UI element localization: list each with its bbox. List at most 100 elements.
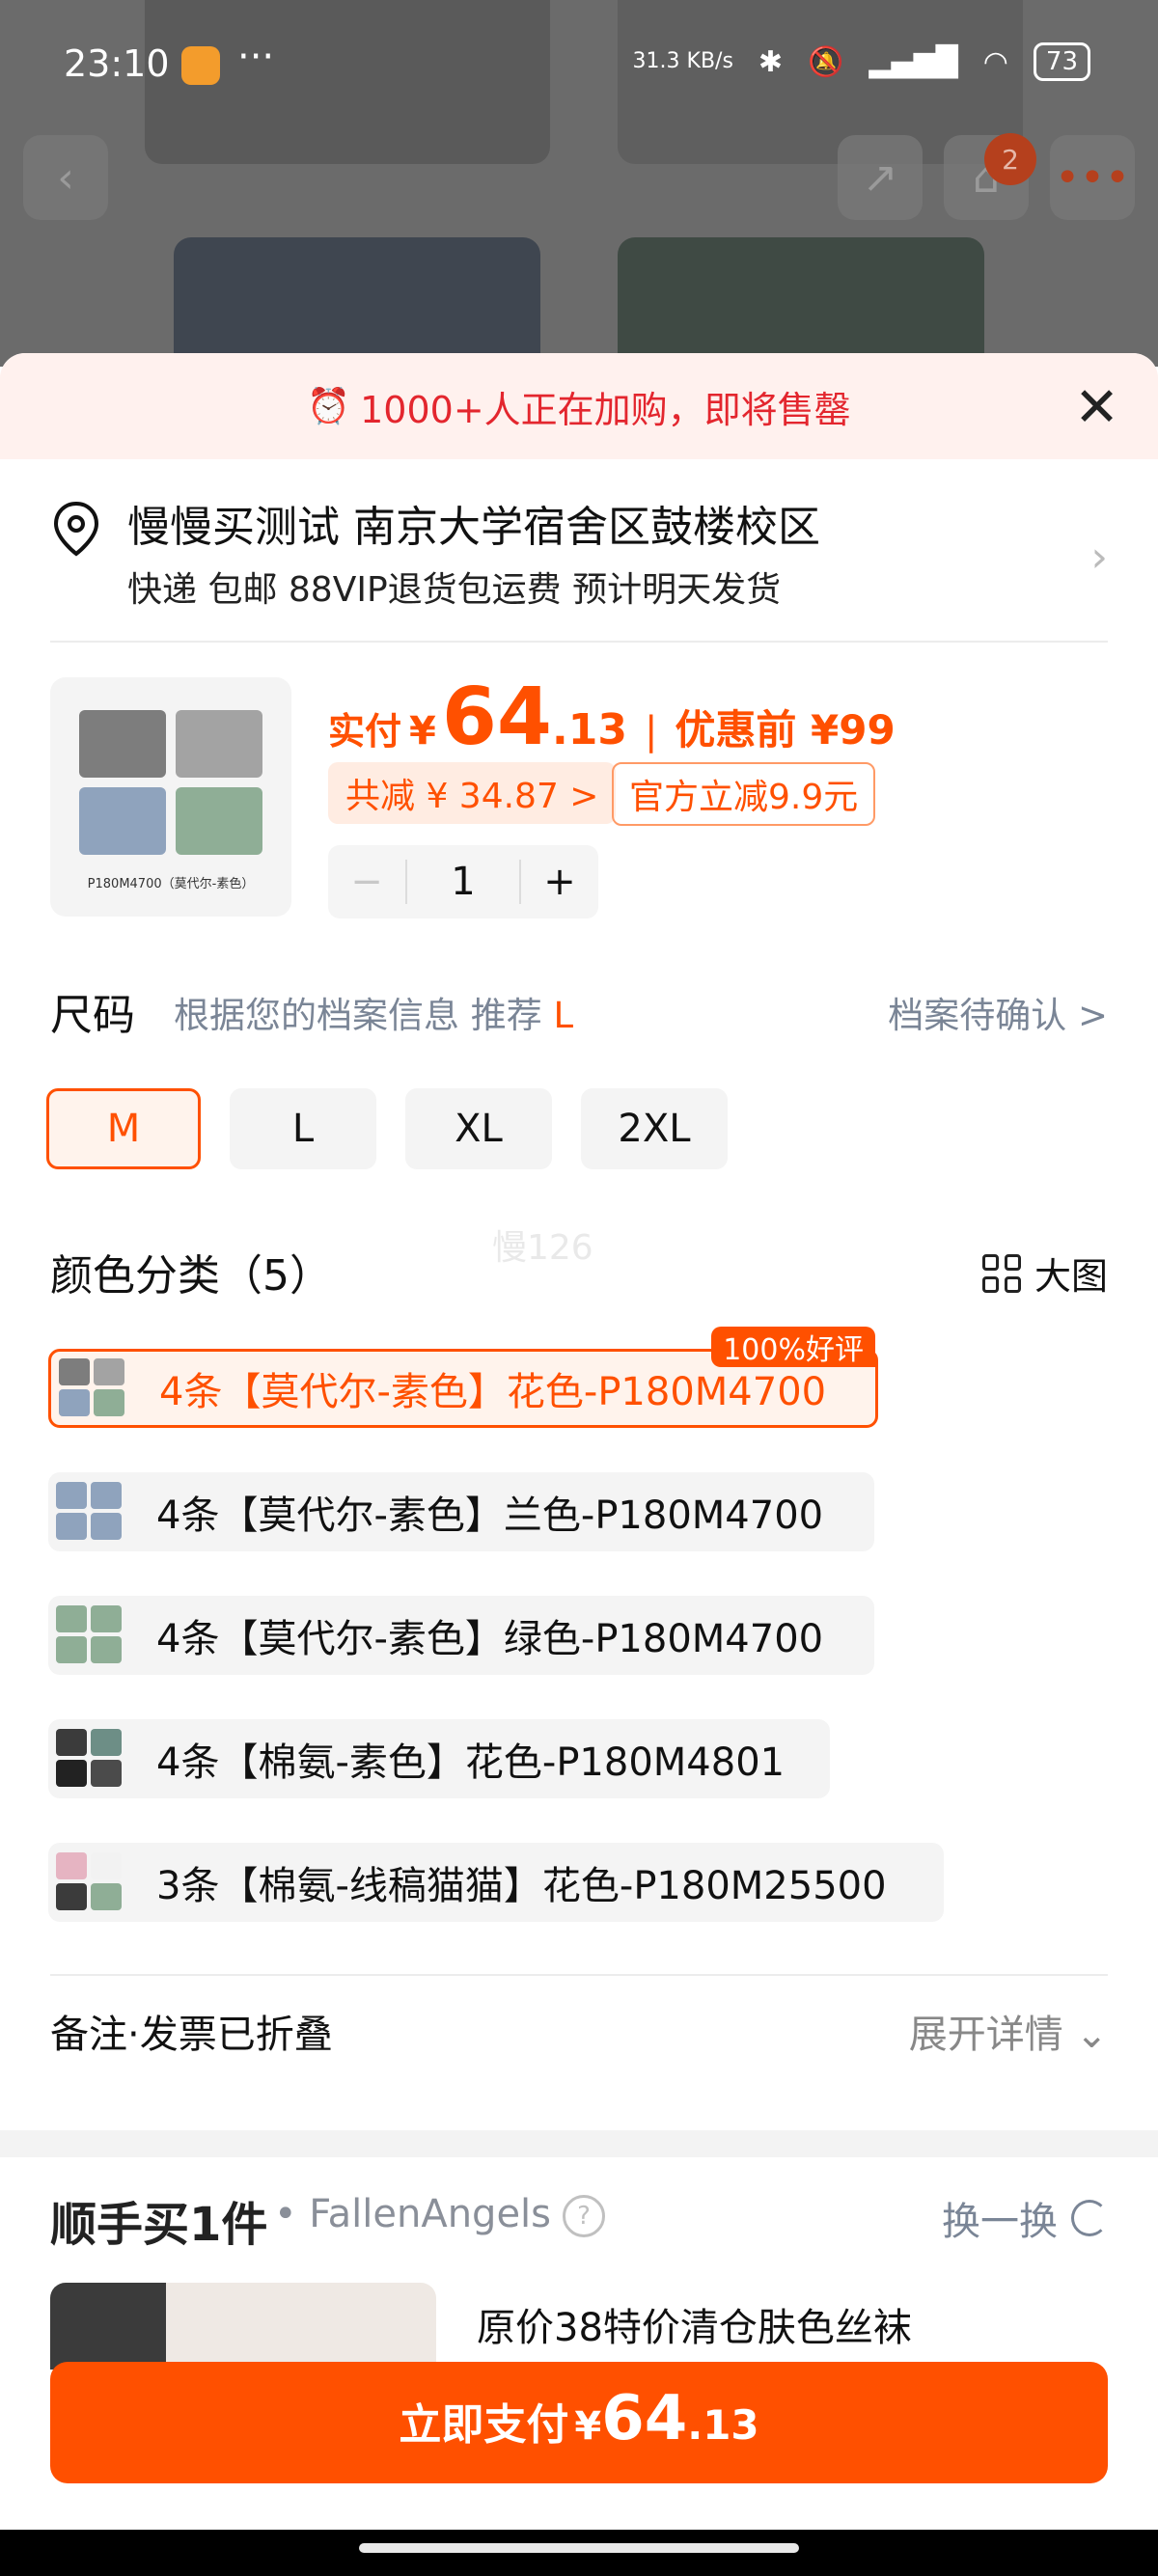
color-option-label: 4条【莫代尔-素色】绿色-P180M4700 — [156, 1617, 824, 1661]
color-option[interactable]: 4条【莫代尔-素色】绿色-P180M4700 — [48, 1596, 874, 1675]
big-image-toggle[interactable]: 大图 — [981, 1247, 1108, 1300]
grid-view-icon — [981, 1253, 1021, 1293]
addon-header: 顺手买1件 • FallenAngels? 换一换 — [50, 2186, 1108, 2254]
size-option-l[interactable]: L — [230, 1088, 376, 1169]
original-price: 优惠前 ¥99 — [675, 706, 896, 754]
actual-pay-label: 实付 — [328, 710, 402, 753]
recommended-size: L — [553, 995, 574, 1036]
color-swatch-image — [52, 1478, 127, 1546]
swap-button[interactable]: 换一换 — [942, 2190, 1108, 2246]
price-separator: | — [644, 709, 658, 754]
pay-amount-integer: 64 — [601, 2383, 688, 2454]
color-option[interactable]: 4条【棉氨-素色】花色-P180M4801 — [48, 1719, 830, 1798]
increase-button[interactable]: + — [521, 860, 598, 904]
more-button[interactable]: ••• — [1050, 135, 1135, 220]
shop-name: • FallenAngels — [274, 2192, 552, 2236]
addon-product-name[interactable]: 原价38特价清仓肤色丝袜 — [477, 2296, 912, 2352]
status-bar: 23:10 ··· 31.3 KB/s ✱ 🔕 ▂▄▆█ ◠ 73 — [0, 0, 1158, 125]
network-speed: 31.3 KB/s — [632, 49, 733, 73]
thumbnail-caption: P180M4700（莫代尔-素色） — [87, 877, 255, 891]
remark-invoice-row[interactable]: 备注·发票已折叠 展开详情 ⌄ — [50, 2003, 1108, 2070]
color-title: 颜色分类（5） — [50, 1251, 332, 1301]
sku-selection-sheet: ⏰ 1000+人正在加购，即将售罄 ✕ 慢慢买测试 南京大学宿舍区鼓楼校区 快递… — [0, 353, 1158, 2576]
mute-icon: 🔕 — [808, 44, 844, 79]
addon-title-part2: 买1件 — [143, 2198, 268, 2252]
color-swatch-image — [52, 1725, 127, 1793]
help-icon[interactable]: ? — [563, 2195, 606, 2237]
section-gap — [0, 2130, 1158, 2157]
close-button[interactable]: ✕ — [1074, 376, 1119, 439]
size-option-xl[interactable]: XL — [405, 1088, 552, 1169]
thumb-swatch — [176, 710, 262, 778]
status-more-icon: ··· — [237, 35, 275, 79]
price-decimal: .13 — [551, 705, 627, 754]
expand-label: 展开详情 — [908, 2013, 1063, 2057]
pay-amount-decimal: .13 — [687, 2401, 759, 2449]
address-name: 慢慢买测试 南京大学宿舍区鼓楼校区 — [127, 503, 820, 552]
thumb-swatch — [79, 710, 166, 778]
remark-label: 备注·发票已折叠 — [50, 2013, 333, 2057]
size-header: 尺码 根据您的档案信息 推荐 L 档案待确认 > — [50, 980, 1108, 1040]
share-button[interactable]: ↗ — [838, 135, 923, 220]
back-button[interactable]: ‹ — [23, 135, 108, 220]
addon-product-image[interactable] — [50, 2283, 436, 2370]
quantity-value[interactable]: 1 — [405, 860, 521, 904]
decrease-button[interactable]: − — [328, 860, 405, 904]
color-option-label: 3条【棉氨-线稿猫猫】花色-P180M25500 — [156, 1864, 887, 1908]
promo-text: 1000+人正在加购，即将售罄 — [360, 388, 851, 431]
color-swatch-image — [52, 1849, 127, 1916]
quantity-stepper: − 1 + — [328, 845, 598, 918]
battery-icon: 73 — [1033, 42, 1090, 81]
wifi-icon: ◠ — [982, 44, 1008, 79]
size-option-m[interactable]: M — [46, 1088, 201, 1169]
size-recommendation: 根据您的档案信息 推荐 L — [174, 986, 573, 1038]
pay-currency: ¥ — [574, 2404, 602, 2449]
product-thumbnail[interactable]: P180M4700（莫代尔-素色） — [50, 677, 291, 917]
share-icon: ↗ — [862, 152, 898, 203]
color-option[interactable]: 4条【莫代尔-素色】兰色-P180M4700 — [48, 1472, 874, 1551]
total-discount-chip[interactable]: 共减 ¥ 34.87 > — [328, 762, 617, 824]
address-row[interactable]: 慢慢买测试 南京大学宿舍区鼓楼校区 快递 包邮 88VIP退货包运费 预计明天发… — [50, 488, 1108, 662]
divider — [50, 641, 1108, 643]
home-indicator[interactable] — [359, 2543, 799, 2553]
color-header: 颜色分类（5） 大图 — [50, 1241, 1108, 1308]
color-option-label: 4条【棉氨-素色】花色-P180M4801 — [156, 1740, 786, 1785]
backdrop-product-shape — [618, 237, 984, 367]
size-title: 尺码 — [50, 991, 135, 1040]
addon-title-part1: 顺手 — [50, 2198, 144, 2252]
location-pin-icon — [53, 501, 99, 557]
color-swatch-image — [52, 1602, 127, 1669]
backdrop-product-shape — [174, 237, 540, 367]
pay-label: 立即支付 — [399, 2400, 569, 2450]
status-time: 23:10 — [64, 42, 170, 85]
addon-title: 顺手买1件 — [50, 2186, 267, 2254]
refresh-icon — [1071, 2200, 1108, 2236]
promo-bar: ⏰ 1000+人正在加购，即将售罄 ✕ — [0, 353, 1158, 459]
more-dots-icon: ••• — [1055, 152, 1130, 203]
official-discount-chip: 官方立减9.9元 — [612, 762, 876, 826]
pay-now-button[interactable]: 立即支付 ¥ 64 .13 — [50, 2362, 1108, 2483]
color-option[interactable]: 3条【棉氨-线稿猫猫】花色-P180M25500 — [48, 1843, 944, 1922]
swap-label: 换一换 — [942, 2200, 1058, 2244]
status-icons: 31.3 KB/s ✱ 🔕 ▂▄▆█ ◠ 73 — [633, 42, 1090, 81]
expand-details-link[interactable]: 展开详情 ⌄ — [909, 2003, 1108, 2059]
back-arrow-icon: ‹ — [57, 152, 74, 203]
cart-count-badge: 2 — [984, 133, 1036, 185]
color-option[interactable]: 4条【莫代尔-素色】花色-P180M4700 100%好评 — [48, 1327, 878, 1428]
product-gallery-backdrop: 23:10 ··· 31.3 KB/s ✱ 🔕 ▂▄▆█ ◠ 73 ‹ ↗ ⌂ … — [0, 0, 1158, 367]
color-option-label: 4条【莫代尔-素色】兰色-P180M4700 — [156, 1494, 824, 1538]
app-notification-icon — [181, 46, 220, 85]
system-nav-bar — [0, 2530, 1158, 2576]
signal-icon: ▂▄▆█ — [868, 44, 958, 79]
divider — [50, 1974, 1108, 1976]
alarm-clock-icon: ⏰ — [307, 387, 351, 426]
chevron-right-icon: › — [1090, 533, 1108, 582]
currency-symbol: ¥ — [409, 709, 436, 754]
profile-confirm-link[interactable]: 档案待确认 > — [888, 986, 1108, 1038]
bluetooth-icon: ✱ — [758, 44, 784, 79]
color-option-label: 4条【莫代尔-素色】花色-P180M4700 — [159, 1370, 827, 1414]
size-option-2xl[interactable]: 2XL — [581, 1088, 728, 1169]
color-swatch-image — [55, 1355, 130, 1422]
rating-badge: 100%好评 — [711, 1327, 875, 1367]
addon-shop: • FallenAngels? — [274, 2192, 606, 2237]
